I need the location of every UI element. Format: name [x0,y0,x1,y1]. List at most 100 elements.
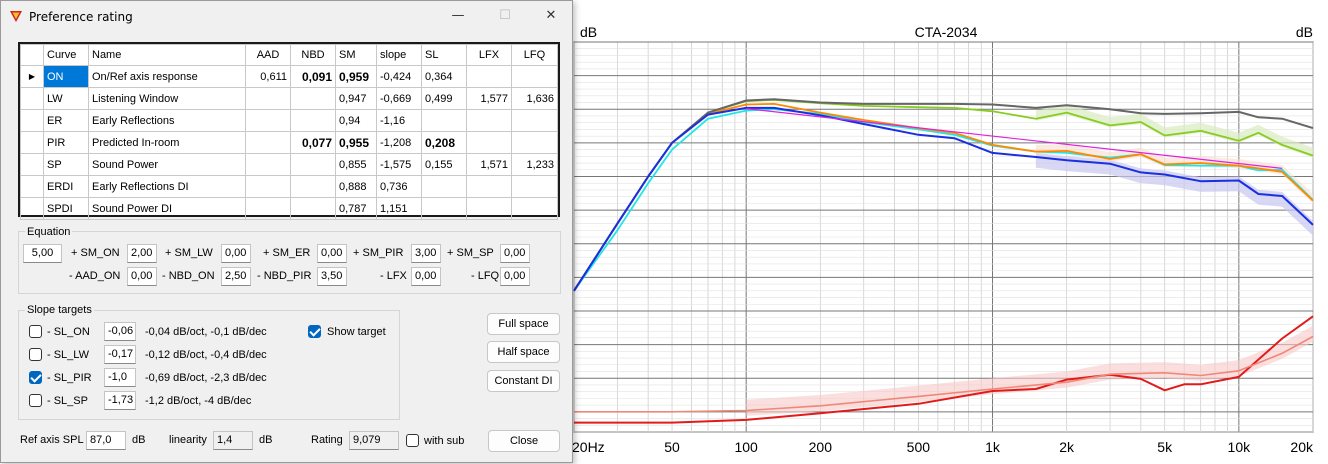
cell-nbd[interactable] [290,153,336,176]
cell-lfq[interactable]: 1,636 [511,87,558,110]
cell-sl[interactable]: 0,364 [421,65,467,88]
cell-lfx[interactable] [466,65,512,88]
sm-er-weight-field[interactable]: 0,00 [317,244,347,263]
sl-pir-checkbox[interactable] [29,371,42,384]
cell-name[interactable]: Sound Power DI [88,197,246,220]
nbd-on-weight-field[interactable]: 2,50 [221,267,251,286]
cell-sl[interactable]: 0,208 [421,131,467,154]
column-header-lfq[interactable]: LFQ [511,44,558,66]
cell-nbd[interactable] [290,175,336,198]
cell-aad[interactable]: 0,611 [245,65,291,88]
column-header-nbd[interactable]: NBD [290,44,336,66]
cell-nbd[interactable] [290,87,336,110]
cell-aad[interactable] [245,175,291,198]
cell-slope[interactable]: -1,208 [376,131,422,154]
cell-name[interactable]: Early Reflections [88,109,246,132]
cell-slope[interactable]: 1,151 [376,197,422,220]
cell-curve[interactable]: SPDI [43,197,89,220]
table-row[interactable]: LW Listening Window 0,947 -0,669 0,499 1… [20,87,558,110]
table-row[interactable]: SPDI Sound Power DI 0,787 1,151 [20,197,558,220]
cell-sm[interactable]: 0,855 [335,153,377,176]
lfq-weight-field[interactable]: 0,00 [500,267,530,286]
cell-name[interactable]: On/Ref axis response [88,65,246,88]
cell-lfq[interactable]: 1,233 [511,153,558,176]
cell-slope[interactable]: -0,669 [376,87,422,110]
cell-slope[interactable]: 0,736 [376,175,422,198]
cell-curve[interactable]: LW [43,87,89,110]
column-header-sl[interactable]: SL [421,44,467,66]
cell-lfq[interactable] [511,65,558,88]
full-space-button[interactable]: Full space [487,313,560,335]
cell-curve[interactable]: ER [43,109,89,132]
cell-curve[interactable]: SP [43,153,89,176]
sm-on-weight-field[interactable]: 2,00 [127,244,157,263]
table-row[interactable]: ER Early Reflections 0,94 -1,16 [20,109,558,132]
cell-curve[interactable]: ON [43,65,89,88]
cell-lfx[interactable]: 1,577 [466,87,512,110]
column-header-sm[interactable]: SM [335,44,377,66]
cell-aad[interactable] [245,131,291,154]
cell-curve[interactable]: PIR [43,131,89,154]
cell-lfq[interactable] [511,175,558,198]
column-header-aad[interactable]: AAD [245,44,291,66]
ref-axis-spl-field[interactable]: 87,0 [86,431,126,450]
cell-sl[interactable] [421,109,467,132]
sl-lw-checkbox[interactable] [29,348,42,361]
column-header-name[interactable]: Name [88,44,246,66]
title-bar[interactable]: Preference rating — ☐ ✕ [1,1,572,33]
cell-aad[interactable] [245,109,291,132]
cell-name[interactable]: Early Reflections DI [88,175,246,198]
show-target-checkbox[interactable] [308,325,321,338]
cell-lfx[interactable] [466,175,512,198]
cell-slope[interactable]: -0,424 [376,65,422,88]
cell-nbd[interactable] [290,109,336,132]
cell-slope[interactable]: -1,16 [376,109,422,132]
sl-sp-checkbox[interactable] [29,394,42,407]
sm-sp-weight-field[interactable]: 0,00 [500,244,530,263]
lfx-weight-field[interactable]: 0,00 [411,267,441,286]
sm-lw-weight-field[interactable]: 0,00 [221,244,251,263]
sl-on-target-field[interactable]: -0,06 [104,322,136,341]
cell-sl[interactable] [421,197,467,220]
cell-sm[interactable]: 0,94 [335,109,377,132]
sm-pir-weight-field[interactable]: 3,00 [411,244,441,263]
cell-sm[interactable]: 0,787 [335,197,377,220]
aad-on-weight-field[interactable]: 0,00 [127,267,157,286]
cell-sm[interactable]: 0,959 [335,65,377,88]
cell-name[interactable]: Predicted In-room [88,131,246,154]
cell-lfx[interactable] [466,197,512,220]
sl-pir-target-field[interactable]: -1,0 [104,368,136,387]
column-header-curve[interactable]: Curve [43,44,89,66]
cell-nbd[interactable]: 0,077 [290,131,336,154]
column-header-lfx[interactable]: LFX [466,44,512,66]
cell-nbd[interactable] [290,197,336,220]
maximize-button[interactable]: ☐ [485,5,525,29]
cell-lfx[interactable]: 1,571 [466,153,512,176]
cell-aad[interactable] [245,153,291,176]
nbd-pir-weight-field[interactable]: 3,50 [317,267,347,286]
cell-sm[interactable]: 0,888 [335,175,377,198]
close-button[interactable]: Close [488,430,560,452]
cell-lfx[interactable] [466,109,512,132]
cell-aad[interactable] [245,87,291,110]
cell-slope[interactable]: -1,575 [376,153,422,176]
column-header-slope[interactable]: slope [376,44,422,66]
cell-lfx[interactable] [466,131,512,154]
cell-sm[interactable]: 0,955 [335,131,377,154]
cell-sl[interactable]: 0,155 [421,153,467,176]
cell-sm[interactable]: 0,947 [335,87,377,110]
cell-lfq[interactable] [511,131,558,154]
table-row[interactable]: ▶ ON On/Ref axis response 0,611 0,091 0,… [20,65,558,88]
equation-constant-field[interactable]: 5,00 [23,244,62,263]
cell-nbd[interactable]: 0,091 [290,65,336,88]
half-space-button[interactable]: Half space [487,341,560,363]
sl-sp-target-field[interactable]: -1,73 [104,391,136,410]
table-row[interactable]: SP Sound Power 0,855 -1,575 0,155 1,571 … [20,153,558,176]
table-row[interactable]: PIR Predicted In-room 0,077 0,955 -1,208… [20,131,558,154]
cell-aad[interactable] [245,197,291,220]
close-window-button[interactable]: ✕ [531,5,571,29]
cell-sl[interactable] [421,175,467,198]
with-sub-checkbox[interactable] [406,434,419,447]
minimize-button[interactable]: — [438,5,478,29]
table-row[interactable]: ERDI Early Reflections DI 0,888 0,736 [20,175,558,198]
